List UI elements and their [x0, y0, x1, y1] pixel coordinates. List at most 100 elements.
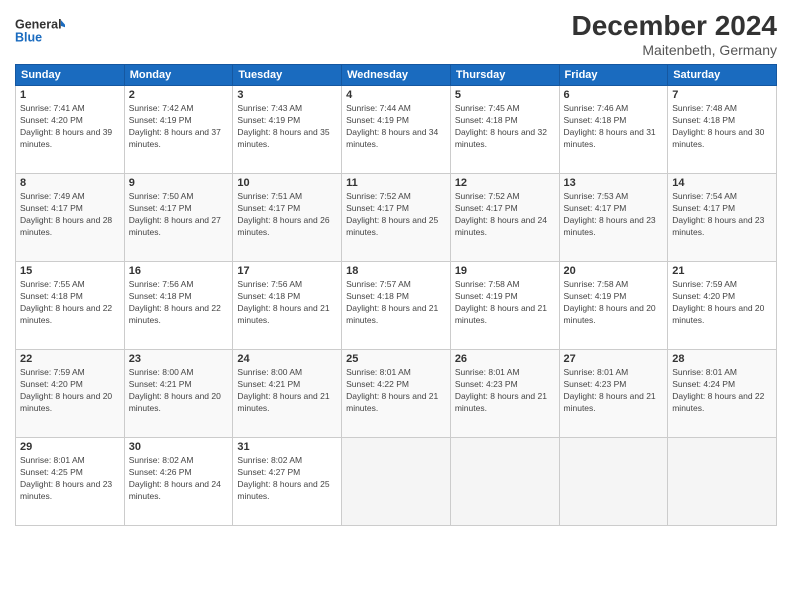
day-number: 21 — [672, 265, 772, 277]
day-number: 26 — [455, 353, 555, 365]
day-info: Sunrise: 7:51 AMSunset: 4:17 PMDaylight:… — [237, 191, 337, 239]
day-number: 11 — [346, 177, 446, 189]
day-number: 22 — [20, 353, 120, 365]
day-number: 17 — [237, 265, 337, 277]
day-number: 30 — [129, 441, 229, 453]
calendar-cell: 1 Sunrise: 7:41 AMSunset: 4:20 PMDayligh… — [16, 86, 125, 174]
day-number: 19 — [455, 265, 555, 277]
calendar-cell: 23 Sunrise: 8:00 AMSunset: 4:21 PMDaylig… — [124, 350, 233, 438]
day-info: Sunrise: 7:52 AMSunset: 4:17 PMDaylight:… — [346, 191, 446, 239]
day-number: 18 — [346, 265, 446, 277]
day-number: 6 — [564, 89, 664, 101]
calendar-cell — [668, 438, 777, 526]
day-info: Sunrise: 7:46 AMSunset: 4:18 PMDaylight:… — [564, 103, 664, 151]
calendar-cell: 13 Sunrise: 7:53 AMSunset: 4:17 PMDaylig… — [559, 174, 668, 262]
calendar-cell: 28 Sunrise: 8:01 AMSunset: 4:24 PMDaylig… — [668, 350, 777, 438]
calendar-cell: 27 Sunrise: 8:01 AMSunset: 4:23 PMDaylig… — [559, 350, 668, 438]
day-number: 25 — [346, 353, 446, 365]
calendar-table: Sunday Monday Tuesday Wednesday Thursday… — [15, 64, 777, 526]
col-saturday: Saturday — [668, 65, 777, 86]
calendar-cell — [450, 438, 559, 526]
logo: General Blue — [15, 10, 65, 50]
calendar-cell — [559, 438, 668, 526]
calendar-cell: 18 Sunrise: 7:57 AMSunset: 4:18 PMDaylig… — [342, 262, 451, 350]
day-info: Sunrise: 8:02 AMSunset: 4:27 PMDaylight:… — [237, 455, 337, 503]
col-monday: Monday — [124, 65, 233, 86]
svg-text:General: General — [15, 17, 62, 31]
calendar-cell: 31 Sunrise: 8:02 AMSunset: 4:27 PMDaylig… — [233, 438, 342, 526]
day-number: 7 — [672, 89, 772, 101]
day-number: 14 — [672, 177, 772, 189]
calendar-cell: 2 Sunrise: 7:42 AMSunset: 4:19 PMDayligh… — [124, 86, 233, 174]
day-info: Sunrise: 7:48 AMSunset: 4:18 PMDaylight:… — [672, 103, 772, 151]
title-block: December 2024 Maitenbeth, Germany — [572, 10, 777, 58]
day-number: 23 — [129, 353, 229, 365]
day-number: 31 — [237, 441, 337, 453]
calendar-cell: 21 Sunrise: 7:59 AMSunset: 4:20 PMDaylig… — [668, 262, 777, 350]
calendar-page: General Blue December 2024 Maitenbeth, G… — [0, 0, 792, 612]
logo-svg: General Blue — [15, 10, 65, 50]
day-number: 1 — [20, 89, 120, 101]
col-wednesday: Wednesday — [342, 65, 451, 86]
calendar-cell — [342, 438, 451, 526]
day-info: Sunrise: 8:01 AMSunset: 4:22 PMDaylight:… — [346, 367, 446, 415]
page-header: General Blue December 2024 Maitenbeth, G… — [15, 10, 777, 58]
day-info: Sunrise: 7:45 AMSunset: 4:18 PMDaylight:… — [455, 103, 555, 151]
day-info: Sunrise: 8:01 AMSunset: 4:25 PMDaylight:… — [20, 455, 120, 503]
day-number: 5 — [455, 89, 555, 101]
calendar-cell: 26 Sunrise: 8:01 AMSunset: 4:23 PMDaylig… — [450, 350, 559, 438]
day-number: 28 — [672, 353, 772, 365]
day-info: Sunrise: 8:01 AMSunset: 4:24 PMDaylight:… — [672, 367, 772, 415]
day-info: Sunrise: 7:56 AMSunset: 4:18 PMDaylight:… — [129, 279, 229, 327]
day-number: 4 — [346, 89, 446, 101]
day-number: 8 — [20, 177, 120, 189]
calendar-row-2: 8 Sunrise: 7:49 AMSunset: 4:17 PMDayligh… — [16, 174, 777, 262]
day-info: Sunrise: 7:56 AMSunset: 4:18 PMDaylight:… — [237, 279, 337, 327]
calendar-row-4: 22 Sunrise: 7:59 AMSunset: 4:20 PMDaylig… — [16, 350, 777, 438]
day-info: Sunrise: 7:50 AMSunset: 4:17 PMDaylight:… — [129, 191, 229, 239]
day-info: Sunrise: 7:58 AMSunset: 4:19 PMDaylight:… — [455, 279, 555, 327]
day-info: Sunrise: 7:53 AMSunset: 4:17 PMDaylight:… — [564, 191, 664, 239]
col-tuesday: Tuesday — [233, 65, 342, 86]
day-info: Sunrise: 7:43 AMSunset: 4:19 PMDaylight:… — [237, 103, 337, 151]
calendar-cell: 16 Sunrise: 7:56 AMSunset: 4:18 PMDaylig… — [124, 262, 233, 350]
day-number: 10 — [237, 177, 337, 189]
calendar-cell: 20 Sunrise: 7:58 AMSunset: 4:19 PMDaylig… — [559, 262, 668, 350]
calendar-cell: 19 Sunrise: 7:58 AMSunset: 4:19 PMDaylig… — [450, 262, 559, 350]
calendar-cell: 14 Sunrise: 7:54 AMSunset: 4:17 PMDaylig… — [668, 174, 777, 262]
page-title: December 2024 — [572, 10, 777, 42]
col-thursday: Thursday — [450, 65, 559, 86]
day-number: 2 — [129, 89, 229, 101]
calendar-cell: 10 Sunrise: 7:51 AMSunset: 4:17 PMDaylig… — [233, 174, 342, 262]
col-friday: Friday — [559, 65, 668, 86]
calendar-header-row: Sunday Monday Tuesday Wednesday Thursday… — [16, 65, 777, 86]
calendar-cell: 12 Sunrise: 7:52 AMSunset: 4:17 PMDaylig… — [450, 174, 559, 262]
calendar-cell: 4 Sunrise: 7:44 AMSunset: 4:19 PMDayligh… — [342, 86, 451, 174]
day-info: Sunrise: 7:58 AMSunset: 4:19 PMDaylight:… — [564, 279, 664, 327]
calendar-cell: 15 Sunrise: 7:55 AMSunset: 4:18 PMDaylig… — [16, 262, 125, 350]
calendar-cell: 25 Sunrise: 8:01 AMSunset: 4:22 PMDaylig… — [342, 350, 451, 438]
day-number: 13 — [564, 177, 664, 189]
calendar-cell: 17 Sunrise: 7:56 AMSunset: 4:18 PMDaylig… — [233, 262, 342, 350]
day-info: Sunrise: 7:59 AMSunset: 4:20 PMDaylight:… — [20, 367, 120, 415]
day-info: Sunrise: 8:02 AMSunset: 4:26 PMDaylight:… — [129, 455, 229, 503]
calendar-cell: 24 Sunrise: 8:00 AMSunset: 4:21 PMDaylig… — [233, 350, 342, 438]
calendar-cell: 9 Sunrise: 7:50 AMSunset: 4:17 PMDayligh… — [124, 174, 233, 262]
day-number: 16 — [129, 265, 229, 277]
day-number: 9 — [129, 177, 229, 189]
day-number: 12 — [455, 177, 555, 189]
day-info: Sunrise: 7:42 AMSunset: 4:19 PMDaylight:… — [129, 103, 229, 151]
calendar-cell: 3 Sunrise: 7:43 AMSunset: 4:19 PMDayligh… — [233, 86, 342, 174]
calendar-row-1: 1 Sunrise: 7:41 AMSunset: 4:20 PMDayligh… — [16, 86, 777, 174]
day-info: Sunrise: 7:49 AMSunset: 4:17 PMDaylight:… — [20, 191, 120, 239]
calendar-cell: 7 Sunrise: 7:48 AMSunset: 4:18 PMDayligh… — [668, 86, 777, 174]
day-info: Sunrise: 7:57 AMSunset: 4:18 PMDaylight:… — [346, 279, 446, 327]
col-sunday: Sunday — [16, 65, 125, 86]
calendar-cell: 6 Sunrise: 7:46 AMSunset: 4:18 PMDayligh… — [559, 86, 668, 174]
calendar-cell: 22 Sunrise: 7:59 AMSunset: 4:20 PMDaylig… — [16, 350, 125, 438]
day-info: Sunrise: 8:01 AMSunset: 4:23 PMDaylight:… — [455, 367, 555, 415]
svg-text:Blue: Blue — [15, 31, 42, 45]
day-info: Sunrise: 7:44 AMSunset: 4:19 PMDaylight:… — [346, 103, 446, 151]
day-info: Sunrise: 8:00 AMSunset: 4:21 PMDaylight:… — [237, 367, 337, 415]
day-number: 3 — [237, 89, 337, 101]
